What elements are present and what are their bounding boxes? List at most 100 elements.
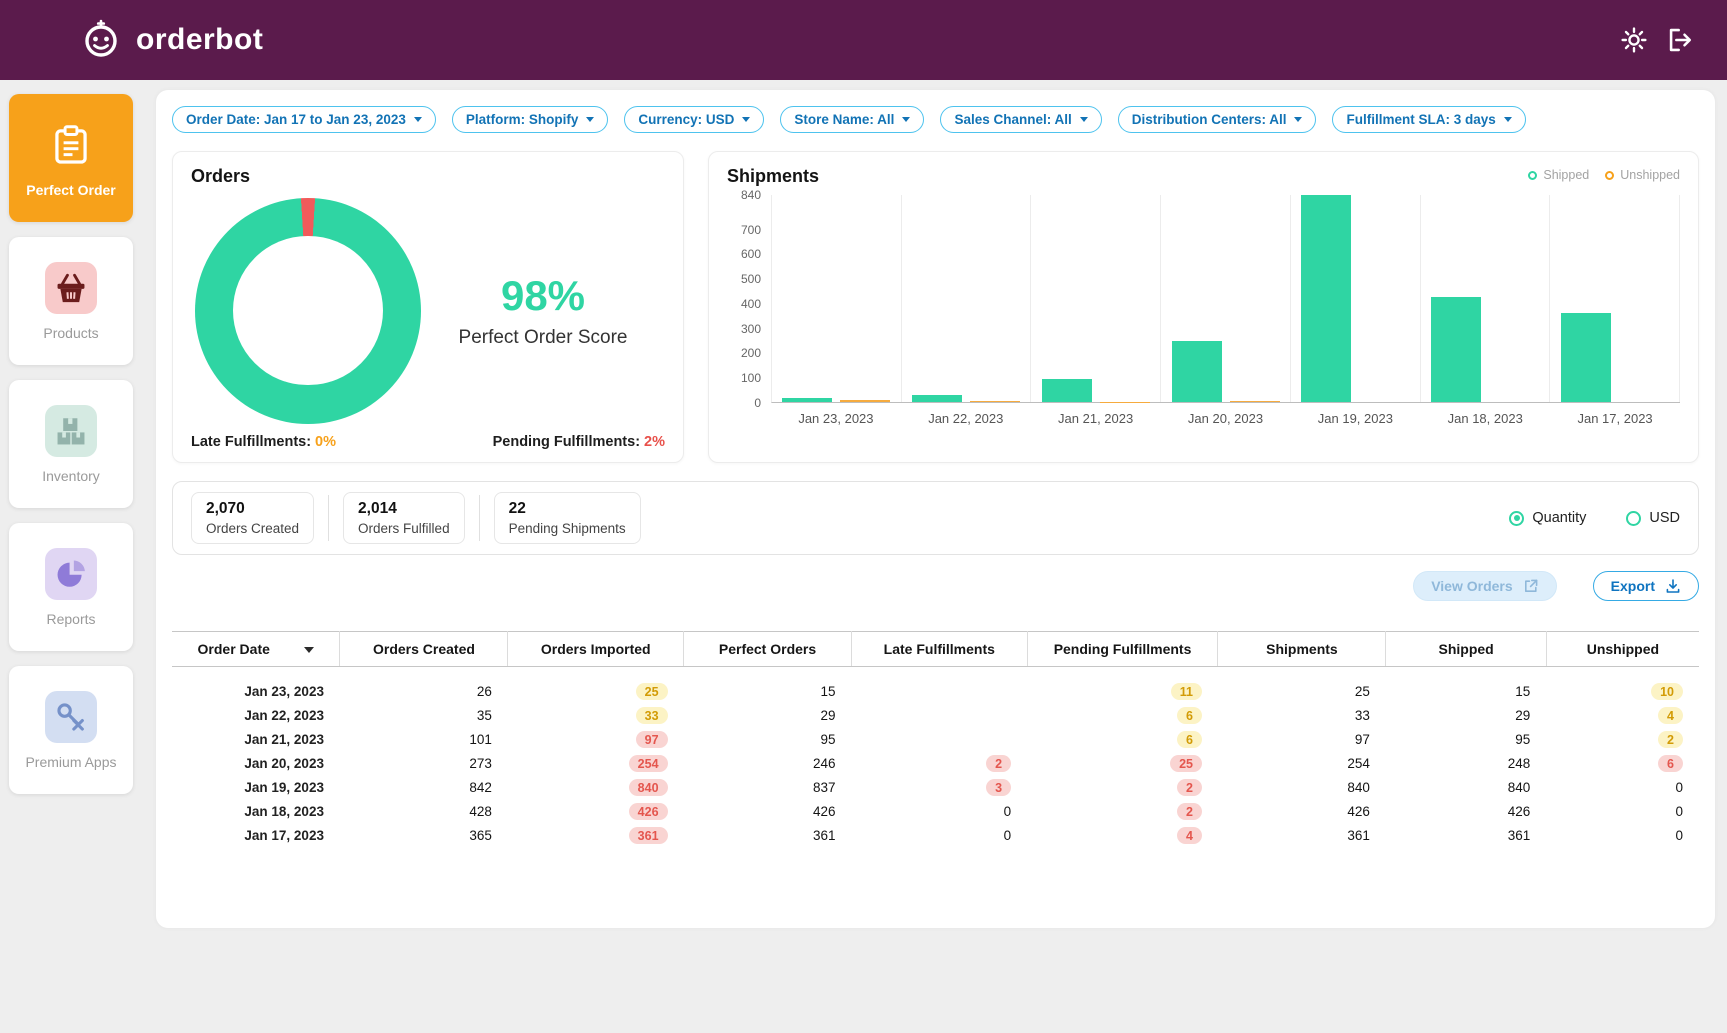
column-header-pending-fulfillments: Pending Fulfillments bbox=[1027, 631, 1219, 667]
table-cell: 2 bbox=[1546, 728, 1699, 752]
legend-unshipped[interactable]: Unshipped bbox=[1605, 168, 1680, 182]
table-cell: 29 bbox=[820, 708, 836, 723]
filter-bar: Order Date: Jan 17 to Jan 23, 2023 Platf… bbox=[172, 106, 1699, 133]
logout-icon[interactable] bbox=[1667, 27, 1695, 53]
table-cell: 10 bbox=[1546, 667, 1699, 704]
y-tick-label: 600 bbox=[740, 247, 761, 262]
late-fulfillments-value: 0% bbox=[315, 434, 337, 450]
main-content: Order Date: Jan 17 to Jan 23, 2023 Platf… bbox=[142, 80, 1727, 1033]
status-badge: 25 bbox=[1170, 755, 1202, 772]
table-cell: 428 bbox=[469, 804, 492, 819]
status-badge: 2 bbox=[986, 755, 1012, 772]
radio-label: USD bbox=[1649, 510, 1680, 526]
bar-group bbox=[1031, 195, 1162, 402]
table-cell: 840 bbox=[1347, 780, 1370, 795]
chevron-down-icon bbox=[1503, 117, 1512, 122]
filter-sales-channel[interactable]: Sales Channel: All bbox=[940, 106, 1102, 133]
sidebar-item-reports[interactable]: Reports bbox=[9, 523, 133, 651]
table-cell: 0 bbox=[1003, 828, 1012, 843]
table-cell: 25 bbox=[1354, 684, 1370, 699]
filter-label: Store Name: All bbox=[794, 112, 895, 127]
table-cell: Jan 21, 2023 bbox=[244, 732, 324, 747]
table-cell: 254 bbox=[508, 752, 684, 776]
table-cell: 35 bbox=[476, 708, 492, 723]
filter-label: Sales Channel: All bbox=[954, 112, 1072, 127]
external-link-icon bbox=[1523, 578, 1539, 594]
table-cell: 6 bbox=[1546, 752, 1699, 776]
filter-platform[interactable]: Platform: Shopify bbox=[451, 106, 609, 133]
table-cell: 6 bbox=[1027, 704, 1218, 728]
table-cell: 273 bbox=[469, 756, 492, 771]
y-tick-label: 0 bbox=[754, 396, 761, 410]
table-cell: 2 bbox=[1027, 800, 1218, 824]
bar-shipped bbox=[912, 394, 963, 402]
table-cell: 361 bbox=[812, 828, 836, 843]
table-cell: 25 bbox=[508, 667, 684, 704]
legend-shipped[interactable]: Shipped bbox=[1528, 168, 1589, 182]
table-cell bbox=[852, 728, 1028, 752]
view-orders-button[interactable]: View Orders bbox=[1413, 571, 1557, 601]
bar-group bbox=[772, 195, 902, 402]
x-axis-label: Jan 17, 2023 bbox=[1577, 411, 1653, 426]
table-row: Jan 20, 2023 273 254 246 2 25 254 248 6 bbox=[172, 752, 1699, 776]
column-header-order-date[interactable]: Order Date bbox=[172, 631, 341, 667]
x-axis-label: Jan 23, 2023 bbox=[798, 411, 874, 426]
bar-group bbox=[902, 195, 1032, 402]
status-badge: 426 bbox=[628, 803, 668, 820]
shipments-card-title: Shipments bbox=[727, 166, 820, 186]
score-value: 98% bbox=[500, 272, 586, 319]
table-cell: 840 bbox=[1507, 780, 1531, 795]
sidebar-item-products[interactable]: Products bbox=[9, 237, 133, 365]
filter-label: Platform: Shopify bbox=[465, 112, 579, 127]
table-cell: 95 bbox=[820, 732, 836, 747]
x-axis-label: Jan 21, 2023 bbox=[1058, 411, 1134, 426]
table-cell: 0 bbox=[1675, 828, 1683, 843]
table-cell: 361 bbox=[508, 824, 684, 848]
premium-apps-icon bbox=[45, 690, 97, 743]
table-cell: 361 bbox=[1507, 828, 1531, 843]
table-cell: 2 bbox=[852, 752, 1028, 776]
sort-caret-icon bbox=[303, 647, 314, 654]
orders-table-body: Jan 23, 2023 26 25 15 11 25 15 10 Jan 22, 2023 35… bbox=[172, 667, 1699, 848]
column-header-orders-imported: Orders Imported bbox=[507, 631, 685, 667]
y-tick-label: 700 bbox=[740, 222, 761, 237]
export-button[interactable]: Export bbox=[1592, 571, 1699, 601]
orders-card: Orders 98% Perfect Order Score Late Fulf… bbox=[172, 151, 684, 463]
filter-distribution-centers[interactable]: Distribution Centers: All bbox=[1117, 106, 1317, 133]
pie-chart-icon bbox=[45, 547, 97, 600]
top-header: orderbot bbox=[0, 0, 1727, 80]
table-row: Jan 22, 2023 35 33 29 6 33 29 4 bbox=[172, 704, 1699, 728]
table-cell: 97 bbox=[1354, 732, 1370, 747]
topbar-actions bbox=[1621, 27, 1695, 53]
sidebar-item-perfect-order[interactable]: Perfect Order bbox=[9, 94, 133, 222]
table-cell: 101 bbox=[469, 732, 492, 747]
table-cell: 33 bbox=[1354, 708, 1370, 723]
bar-group bbox=[1550, 195, 1681, 402]
radio-label: Quantity bbox=[1532, 510, 1587, 526]
table-cell: 426 bbox=[508, 800, 684, 824]
settings-gear-icon[interactable] bbox=[1621, 27, 1647, 53]
filter-order-date[interactable]: Order Date: Jan 17 to Jan 23, 2023 bbox=[172, 106, 436, 133]
status-badge: 97 bbox=[635, 731, 668, 748]
filter-store-name[interactable]: Store Name: All bbox=[780, 106, 925, 133]
stat-pending-shipments: 22 Pending Shipments bbox=[493, 492, 641, 544]
status-badge: 11 bbox=[1170, 683, 1202, 700]
table-cell: 426 bbox=[812, 804, 836, 819]
y-tick-label: 400 bbox=[740, 296, 761, 311]
orderbot-logo-icon bbox=[78, 15, 124, 66]
table-cell: 365 bbox=[469, 828, 492, 843]
score-label: Perfect Order Score bbox=[458, 327, 628, 348]
table-cell: Jan 22, 2023 bbox=[244, 708, 324, 723]
column-header-unshipped: Unshipped bbox=[1546, 631, 1699, 667]
table-cell: 0 bbox=[1003, 804, 1012, 819]
filter-fulfillment-sla[interactable]: Fulfillment SLA: 3 days bbox=[1332, 106, 1526, 133]
app-shell: Perfect Order Products Inventory Reports… bbox=[0, 80, 1727, 1033]
sidebar-item-label: Products bbox=[43, 324, 99, 341]
sidebar-item-inventory[interactable]: Inventory bbox=[9, 380, 133, 508]
sidebar-item-premium-apps[interactable]: Premium Apps bbox=[9, 666, 133, 794]
table-cell: 837 bbox=[812, 780, 836, 795]
table-cell: Jan 18, 2023 bbox=[244, 804, 324, 819]
quantity-radio[interactable]: Quantity bbox=[1509, 510, 1586, 526]
filter-currency[interactable]: Currency: USD bbox=[624, 106, 765, 133]
usd-radio[interactable]: USD bbox=[1626, 510, 1680, 526]
